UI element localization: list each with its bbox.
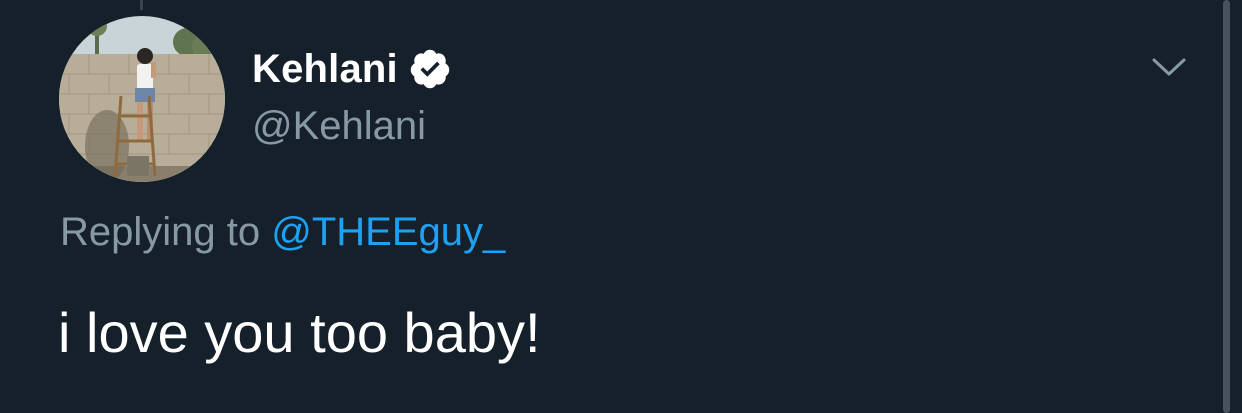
author-display-name[interactable]: Kehlani — [252, 47, 398, 92]
replying-to-line: Replying to @THEEguy_ — [60, 210, 505, 255]
verified-badge-icon — [408, 47, 452, 91]
tweet-page: Kehlani @Kehlani Replying to @THEEguy_ i… — [0, 0, 1242, 413]
tweet-text: i love you too baby! — [58, 301, 541, 364]
author-name-row[interactable]: Kehlani — [252, 44, 452, 94]
replying-to-label: Replying to — [60, 210, 272, 254]
thread-connector-line — [140, 0, 143, 10]
avatar[interactable] — [59, 16, 225, 182]
scrollbar[interactable] — [1223, 0, 1230, 413]
chevron-down-icon[interactable] — [1150, 52, 1188, 82]
reply-mention-link[interactable]: @THEEguy_ — [271, 210, 505, 254]
author-handle[interactable]: @Kehlani — [252, 104, 426, 149]
